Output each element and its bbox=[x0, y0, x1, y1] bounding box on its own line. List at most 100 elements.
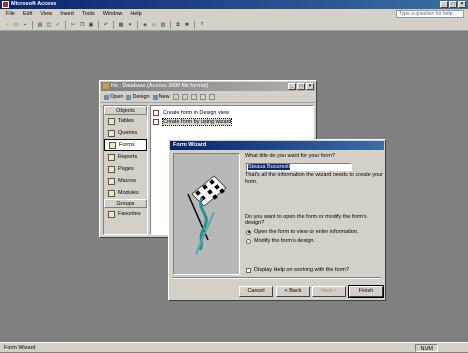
menu-file[interactable]: File bbox=[2, 9, 19, 19]
button-separator bbox=[173, 277, 381, 279]
open-form-radio[interactable]: Open the form to view or enter informati… bbox=[246, 229, 359, 235]
report-icon bbox=[108, 153, 115, 161]
finish-button[interactable]: Finish bbox=[348, 285, 384, 298]
db-maximize-button[interactable]: □ bbox=[297, 83, 305, 90]
menu-view[interactable]: View bbox=[36, 9, 56, 19]
title-question: What title do you want for your form? bbox=[245, 153, 335, 159]
wizard-icon bbox=[153, 109, 159, 116]
main-toolbar: ▫ ▭ ▪ ▤ ◫ ✓ ✂ ❐ ▣ ↶ ▦ ▾ ◈ ◇ ▥ ⧉ ✱ ? bbox=[0, 19, 468, 31]
form-title-value: Steaua Bucuresti bbox=[248, 164, 290, 170]
query-icon bbox=[108, 129, 115, 137]
design-button[interactable]: Design bbox=[126, 94, 150, 100]
num-lock-indicator: NUM bbox=[415, 344, 438, 352]
new-button[interactable]: New bbox=[152, 94, 170, 100]
relationships-icon[interactable]: ⧉ bbox=[174, 20, 182, 29]
menu-tools[interactable]: Tools bbox=[78, 9, 99, 19]
database-window-title: Ho : Database (Access 2000 file format) bbox=[111, 83, 209, 89]
object-modules[interactable]: Modules bbox=[104, 187, 147, 199]
form-wizard-dialog: Form Wizard What title do you want for y… bbox=[168, 139, 386, 301]
groups-header[interactable]: Groups bbox=[104, 199, 147, 208]
menu-edit[interactable]: Edit bbox=[19, 9, 36, 19]
list-view-icon[interactable] bbox=[199, 94, 206, 100]
copy-icon[interactable]: ❐ bbox=[78, 20, 86, 29]
favorites-icon bbox=[108, 210, 115, 218]
small-icons-icon[interactable] bbox=[190, 94, 197, 100]
group-favorites[interactable]: Favorites bbox=[104, 208, 147, 220]
minimize-button[interactable]: _ bbox=[440, 1, 448, 8]
object-reports[interactable]: Reports bbox=[104, 151, 147, 163]
database-icon bbox=[103, 83, 109, 89]
back-button[interactable]: < Back bbox=[276, 286, 310, 297]
db-minimize-button[interactable]: _ bbox=[288, 83, 296, 90]
new-file-icon[interactable]: ▫ bbox=[3, 20, 11, 29]
help-icon[interactable]: ? bbox=[198, 20, 206, 29]
radio-selected-icon bbox=[246, 229, 251, 235]
cut-icon[interactable]: ✂ bbox=[69, 20, 77, 29]
wizard-title-bar: Form Wizard bbox=[170, 141, 384, 150]
open-icon bbox=[104, 94, 109, 100]
undo-icon[interactable]: ↶ bbox=[102, 20, 110, 29]
next-button[interactable]: Next > bbox=[312, 286, 346, 297]
table-icon bbox=[108, 117, 115, 125]
new-label: New bbox=[158, 94, 170, 100]
spelling-icon[interactable]: ✓ bbox=[54, 20, 62, 29]
print-icon[interactable]: ▤ bbox=[36, 20, 44, 29]
script-icon[interactable]: ◇ bbox=[150, 20, 158, 29]
access-app-icon bbox=[2, 1, 9, 8]
open-label: Open bbox=[110, 94, 124, 100]
open-folder-icon[interactable]: ▭ bbox=[12, 20, 20, 29]
status-text: Form Wizard bbox=[4, 345, 36, 351]
print-preview-icon[interactable]: ◫ bbox=[45, 20, 53, 29]
objects-panel: Objects Tables Queries Forms Reports Pag… bbox=[103, 105, 148, 235]
object-queries[interactable]: Queries bbox=[104, 127, 147, 139]
menu-insert[interactable]: Insert bbox=[56, 9, 78, 19]
open-button[interactable]: Open bbox=[104, 94, 123, 100]
list-item[interactable]: Create form in Design view bbox=[153, 108, 311, 117]
properties-icon[interactable]: ▥ bbox=[159, 20, 167, 29]
status-bar: Form Wizard NUM bbox=[0, 342, 468, 352]
modify-design-radio[interactable]: Modify the form's design. bbox=[246, 238, 315, 244]
menu-window[interactable]: Window bbox=[99, 9, 127, 19]
object-tables[interactable]: Tables bbox=[104, 115, 147, 127]
save-icon[interactable]: ▪ bbox=[21, 20, 29, 29]
code-icon[interactable]: ◈ bbox=[141, 20, 149, 29]
page-icon bbox=[108, 165, 115, 173]
display-help-checkbox[interactable]: Display Help on working with the form? bbox=[246, 267, 349, 273]
app-title-bar: Microsoft Access _ □ × bbox=[0, 0, 468, 9]
form-icon bbox=[109, 141, 116, 149]
objects-header[interactable]: Objects bbox=[104, 106, 147, 115]
object-macros[interactable]: Macros bbox=[104, 175, 147, 187]
help-search-input[interactable]: Type a question for help bbox=[396, 10, 464, 18]
macro-icon bbox=[108, 177, 115, 185]
radio-unselected-icon bbox=[246, 238, 251, 244]
design-label: Design bbox=[132, 94, 150, 100]
wizard-info-text: That's all the information the wizard ne… bbox=[245, 172, 384, 185]
db-close-button[interactable]: × bbox=[306, 83, 314, 90]
close-button[interactable]: × bbox=[458, 1, 466, 8]
form-title-input[interactable]: Steaua Bucuresti bbox=[246, 163, 352, 171]
open-or-modify-question: Do you want to open the form or modify t… bbox=[245, 214, 367, 226]
details-view-icon[interactable] bbox=[208, 94, 215, 100]
database-toolbar: Open Design New bbox=[101, 92, 315, 103]
menu-bar: File Edit View Insert Tools Window Help … bbox=[0, 9, 468, 19]
large-icons-icon[interactable] bbox=[181, 94, 188, 100]
checkered-flag-illustration bbox=[173, 153, 240, 275]
office-links-icon[interactable]: ▦ bbox=[117, 20, 125, 29]
cancel-button[interactable]: Cancel bbox=[239, 286, 273, 297]
object-pages[interactable]: Pages bbox=[104, 163, 147, 175]
database-window-title-bar: Ho : Database (Access 2000 file format) … bbox=[101, 82, 315, 91]
paste-icon[interactable]: ▣ bbox=[87, 20, 95, 29]
list-item[interactable]: Create form by using wizard bbox=[153, 117, 311, 126]
analyze-icon[interactable]: ▾ bbox=[126, 20, 134, 29]
maximize-button[interactable]: □ bbox=[449, 1, 457, 8]
design-icon bbox=[126, 94, 132, 100]
new-object-icon[interactable]: ✱ bbox=[183, 20, 191, 29]
app-title: Microsoft Access bbox=[11, 1, 57, 7]
checkbox-icon bbox=[246, 267, 251, 273]
wizard-title: Form Wizard bbox=[173, 142, 207, 148]
delete-icon[interactable] bbox=[172, 94, 179, 100]
menu-help[interactable]: Help bbox=[126, 9, 145, 19]
module-icon bbox=[108, 189, 115, 197]
object-forms[interactable]: Forms bbox=[104, 139, 147, 151]
new-icon bbox=[152, 94, 158, 100]
